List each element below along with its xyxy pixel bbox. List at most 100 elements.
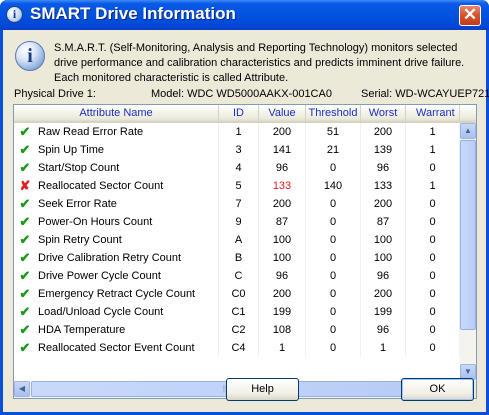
cell-warranty: 0 xyxy=(406,231,460,249)
cell-name: Drive Calibration Retry Count xyxy=(38,249,219,267)
cell-name: Spin Retry Count xyxy=(38,231,219,249)
cell-id: 4 xyxy=(219,159,259,177)
table-row[interactable]: ✔ HDA Temperature C2 108 0 96 0 xyxy=(14,321,460,339)
cell-value: 200 xyxy=(259,285,306,303)
cell-warranty: 0 xyxy=(406,249,460,267)
scroll-up-button[interactable]: ▲ xyxy=(460,123,476,139)
cell-warranty: 0 xyxy=(406,285,460,303)
cell-threshold: 0 xyxy=(306,159,361,177)
column-header-worst[interactable]: Worst xyxy=(361,105,406,123)
cell-id: B xyxy=(219,249,259,267)
cell-value: 108 xyxy=(259,321,306,339)
cell-worst: 200 xyxy=(361,123,406,141)
attribute-rows: ✔ Raw Read Error Rate 1 200 51 200 1 ✔ Spin Up T… xyxy=(14,123,460,381)
cell-value: 100 xyxy=(259,249,306,267)
cell-name: Emergency Retract Cycle Count xyxy=(38,285,219,303)
attribute-list[interactable]: Attribute Name ID Value Threshold Worst … xyxy=(13,104,477,399)
title-bar[interactable]: i SMART Drive Information ✕ xyxy=(0,0,489,30)
cell-name: Raw Read Error Rate xyxy=(38,123,219,141)
cell-threshold: 21 xyxy=(306,141,361,159)
column-header-warranty[interactable]: Warrant xyxy=(406,105,460,123)
cell-threshold: 0 xyxy=(306,195,361,213)
drive-label: Physical Drive 1: xyxy=(14,88,96,100)
cell-id: 3 xyxy=(219,141,259,159)
cell-warranty: 0 xyxy=(406,195,460,213)
drive-serial: Serial: WD-WCAYUEP72136 xyxy=(361,88,489,100)
check-icon: ✔ xyxy=(19,124,31,139)
cell-name: Drive Power Cycle Count xyxy=(38,267,219,285)
cell-value: 100 xyxy=(259,231,306,249)
table-row[interactable]: ✔ Spin Retry Count A 100 0 100 0 xyxy=(14,231,460,249)
scroll-left-button[interactable]: ◀ xyxy=(14,381,30,397)
cell-id: 7 xyxy=(219,195,259,213)
cell-threshold: 0 xyxy=(306,285,361,303)
check-icon: ✔ xyxy=(19,196,31,211)
check-icon: ✔ xyxy=(19,304,31,319)
cell-worst: 1 xyxy=(361,339,406,357)
cell-warranty: 1 xyxy=(406,177,460,195)
cell-id: 5 xyxy=(219,177,259,195)
cell-threshold: 0 xyxy=(306,321,361,339)
cell-value: 87 xyxy=(259,213,306,231)
cell-name: Seek Error Rate xyxy=(38,195,219,213)
cell-threshold: 0 xyxy=(306,213,361,231)
ok-button[interactable]: OK xyxy=(401,378,474,401)
cell-name: Start/Stop Count xyxy=(38,159,219,177)
check-icon: ✔ xyxy=(19,214,31,229)
column-header-attribute-name[interactable]: Attribute Name xyxy=(14,105,219,123)
cell-name: Reallocated Sector Count xyxy=(38,177,219,195)
cell-id: 9 xyxy=(219,213,259,231)
cell-worst: 200 xyxy=(361,195,406,213)
smart-dialog-window: i SMART Drive Information ✕ i S.M.A.R.T.… xyxy=(0,0,489,415)
table-row[interactable]: ✔ Start/Stop Count 4 96 0 96 0 xyxy=(14,159,460,177)
cell-id: 1 xyxy=(219,123,259,141)
column-header-id[interactable]: ID xyxy=(219,105,259,123)
window-title: SMART Drive Information xyxy=(30,4,236,23)
cell-value: 199 xyxy=(259,303,306,321)
cell-threshold: 0 xyxy=(306,231,361,249)
table-row[interactable]: ✔ Power-On Hours Count 9 87 0 87 0 xyxy=(14,213,460,231)
cell-threshold: 140 xyxy=(306,177,361,195)
check-icon: ✔ xyxy=(19,286,31,301)
drive-info: Physical Drive 1: Model: WDC WD5000AAKX-… xyxy=(14,88,489,102)
cell-id: C xyxy=(219,267,259,285)
cell-worst: 96 xyxy=(361,267,406,285)
cell-value: 133 xyxy=(259,177,306,195)
info-icon: i xyxy=(6,6,23,23)
cell-value: 1 xyxy=(259,339,306,357)
check-icon: ✔ xyxy=(19,160,31,175)
cell-worst: 96 xyxy=(361,159,406,177)
help-button[interactable]: Help xyxy=(226,378,299,401)
column-header-threshold[interactable]: Threshold xyxy=(306,105,361,123)
column-header-value[interactable]: Value xyxy=(259,105,306,123)
table-row[interactable]: ✔ Drive Calibration Retry Count B 100 0 100 0 xyxy=(14,249,460,267)
cell-worst: 96 xyxy=(361,321,406,339)
cell-warranty: 0 xyxy=(406,303,460,321)
table-row[interactable]: ✔ Raw Read Error Rate 1 200 51 200 1 xyxy=(14,123,460,141)
table-row[interactable]: ✔ Load/Unload Cycle Count C1 199 0 199 0 xyxy=(14,303,460,321)
check-icon: ✔ xyxy=(19,322,31,337)
cell-worst: 133 xyxy=(361,177,406,195)
cell-warranty: 0 xyxy=(406,267,460,285)
table-row[interactable]: ✔ Spin Up Time 3 141 21 139 1 xyxy=(14,141,460,159)
check-icon: ✔ xyxy=(19,142,31,157)
table-row[interactable]: ✔ Emergency Retract Cycle Count C0 200 0 200 0 xyxy=(14,285,460,303)
cell-warranty: 0 xyxy=(406,339,460,357)
smart-description: S.M.A.R.T. (Self-Monitoring, Analysis an… xyxy=(54,42,465,84)
table-row[interactable]: ✔ Drive Power Cycle Count C 96 0 96 0 xyxy=(14,267,460,285)
cell-name: Power-On Hours Count xyxy=(38,213,219,231)
table-row[interactable]: ✘ Reallocated Sector Count 5 133 140 133 1 xyxy=(14,177,460,195)
close-button[interactable]: ✕ xyxy=(459,5,481,26)
table-row[interactable]: ✔ Reallocated Sector Event Count C4 1 0 1 0 xyxy=(14,339,460,357)
cell-id: C2 xyxy=(219,321,259,339)
cell-value: 96 xyxy=(259,267,306,285)
vertical-scrollbar[interactable]: ▲ ▼ xyxy=(460,123,476,381)
cell-threshold: 0 xyxy=(306,303,361,321)
check-icon: ✔ xyxy=(19,232,31,247)
cell-worst: 100 xyxy=(361,231,406,249)
vertical-scroll-thumb[interactable] xyxy=(460,140,476,330)
cell-value: 141 xyxy=(259,141,306,159)
cell-name: Load/Unload Cycle Count xyxy=(38,303,219,321)
table-row[interactable]: ✔ Seek Error Rate 7 200 0 200 0 xyxy=(14,195,460,213)
x-mark-icon: ✘ xyxy=(19,178,31,193)
